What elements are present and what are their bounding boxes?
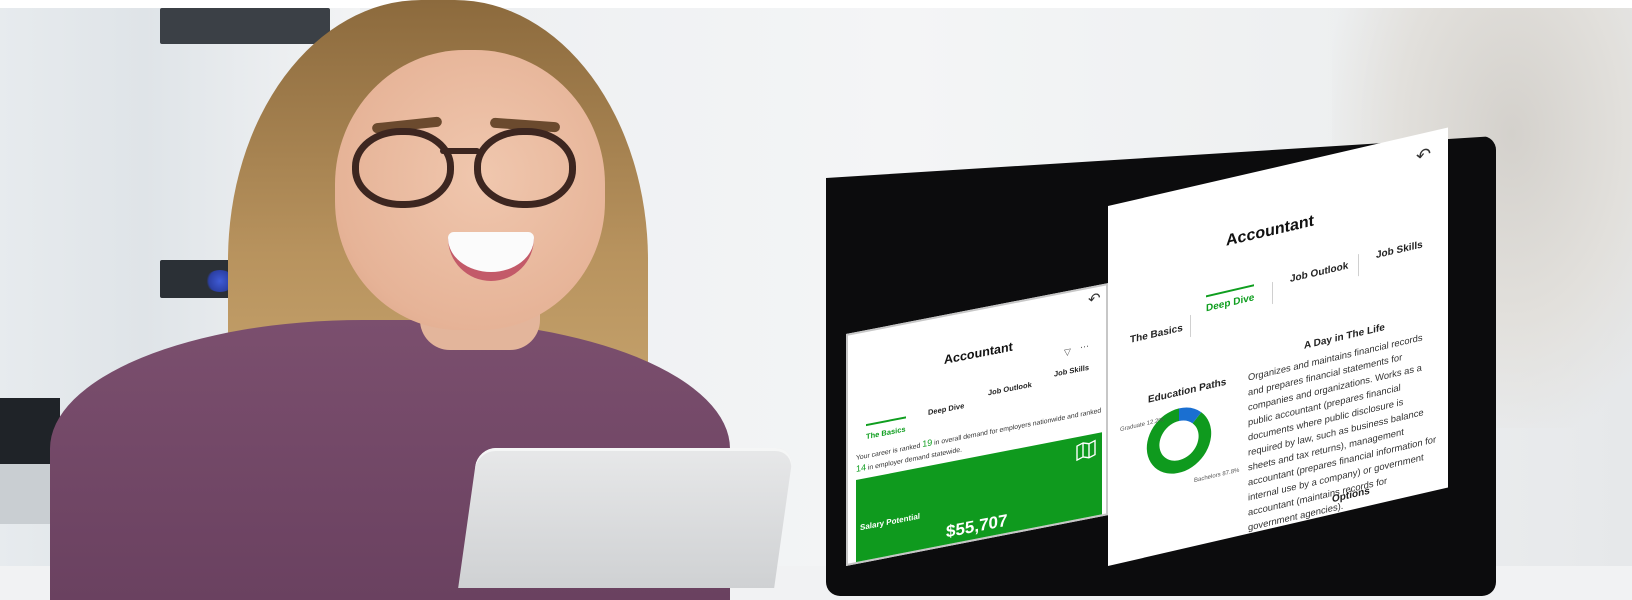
tab-deep-dive[interactable]: Deep Dive	[928, 401, 964, 417]
filter-icon[interactable]: ▽	[1064, 346, 1071, 358]
tab-separator	[1190, 314, 1191, 338]
tab-job-outlook[interactable]: Job Outlook	[988, 380, 1032, 398]
state-rank: 14	[856, 462, 867, 475]
glasses-bridge	[440, 148, 480, 154]
page-title: Accountant	[1226, 212, 1314, 250]
top-strip	[0, 0, 1632, 8]
tab-job-skills[interactable]: Job Skills	[1054, 363, 1089, 379]
glasses-lens	[352, 128, 454, 208]
more-icon[interactable]: ⋯	[1080, 341, 1090, 354]
shelf-rack	[160, 8, 330, 44]
map-icon[interactable]	[1076, 439, 1096, 462]
tab-the-basics[interactable]: The Basics	[1130, 323, 1183, 346]
undo-icon[interactable]: ↶	[1416, 143, 1431, 167]
glasses-lens	[474, 128, 576, 208]
tab-separator	[1358, 254, 1359, 277]
tab-deep-dive[interactable]: Deep Dive	[1206, 284, 1255, 315]
education-donut-chart	[1146, 407, 1212, 474]
page-title: Accountant	[944, 339, 1013, 367]
tab-separator	[1272, 281, 1273, 305]
education-paths-title: Education Paths	[1148, 376, 1227, 406]
national-rank: 19	[922, 437, 933, 450]
tab-the-basics[interactable]: The Basics	[866, 416, 906, 442]
salary-label: Salary Potential	[860, 511, 921, 533]
tab-job-skills[interactable]: Job Skills	[1376, 239, 1423, 261]
donut-slice-bachelors	[1146, 408, 1212, 474]
undo-icon[interactable]: ↶	[1088, 289, 1101, 309]
tab-job-outlook[interactable]: Job Outlook	[1290, 261, 1348, 285]
tablet-device	[458, 448, 794, 588]
